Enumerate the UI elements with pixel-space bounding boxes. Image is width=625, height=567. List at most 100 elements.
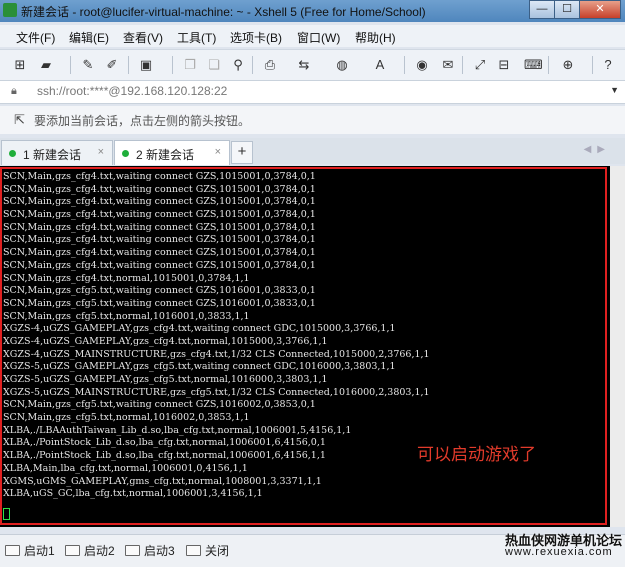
menu-window[interactable]: 窗口(W) <box>297 29 340 46</box>
terminal-line: XLBA,./PointStock_Lib_d.so,lba_cfg.txt,n… <box>3 450 326 462</box>
print-icon[interactable]: ⎙ <box>262 57 278 73</box>
terminal-cursor <box>3 508 10 520</box>
terminal-line: SCN,Main,gzs_cfg5.txt,normal,1016002,0,3… <box>3 412 250 424</box>
terminal-line: SCN,Main,gzs_cfg4.txt,waiting connect GZ… <box>3 196 316 208</box>
globe-icon[interactable]: ◍ <box>334 57 350 73</box>
compose-icon[interactable]: ✉ <box>440 57 456 73</box>
keyboard-icon[interactable]: ⌨ <box>524 57 543 73</box>
session-hint-bar: ⇱ 要添加当前会话，点击左侧的箭头按钮。 <box>0 106 625 134</box>
minimize-button[interactable]: — <box>529 0 555 19</box>
quick-button-close[interactable]: 关闭 <box>186 542 229 559</box>
toolbar-separator <box>70 56 71 74</box>
lock-icon: 🔒︎ <box>11 85 17 97</box>
terminal-line: SCN,Main,gzs_cfg4.txt,waiting connect GZ… <box>3 259 316 271</box>
session-hint-text: 要添加当前会话，点击左侧的箭头按钮。 <box>34 114 251 128</box>
menu-tab[interactable]: 选项卡(B) <box>230 29 282 46</box>
new-tab-button[interactable]: + <box>231 141 253 164</box>
font-icon[interactable]: A <box>372 57 388 73</box>
close-button[interactable]: ✕ <box>579 0 621 19</box>
keyboard-icon <box>5 545 20 556</box>
terminal-output: SCN,Main,gzs_cfg4.txt,waiting connect GZ… <box>3 171 430 501</box>
title-bar: 新建会话 - root@lucifer-virtual-machine: ~ -… <box>0 0 625 22</box>
terminal-line: SCN,Main,gzs_cfg4.txt,waiting connect GZ… <box>3 209 316 221</box>
quick-button-label: 启动1 <box>24 544 55 558</box>
toolbar-separator <box>252 56 253 74</box>
copy-icon[interactable]: ❐ <box>182 57 198 73</box>
terminal-line: SCN,Main,gzs_cfg4.txt,waiting connect GZ… <box>3 171 316 182</box>
watermark-url: www.rexuexia.com <box>505 546 613 558</box>
terminal-line: XGZS-5,uGZS_GAMEPLAY,gzs_cfg5.txt,normal… <box>3 374 328 385</box>
quick-button-label: 关闭 <box>205 544 230 558</box>
quick-button-start3[interactable]: 启动3 <box>125 542 175 559</box>
xshell-app-icon[interactable] <box>3 3 17 17</box>
window-title: 新建会话 - root@lucifer-virtual-machine: ~ -… <box>21 5 426 19</box>
script-icon[interactable]: ◉ <box>414 57 430 73</box>
terminal-line: SCN,Main,gzs_cfg4.txt,waiting connect GZ… <box>3 183 316 195</box>
toolbar-separator <box>462 56 463 74</box>
tab-session-2[interactable]: 2 新建会话 × <box>114 140 230 165</box>
terminal-line: SCN,Main,gzs_cfg4.txt,waiting connect GZ… <box>3 234 316 246</box>
terminal-line: SCN,Main,gzs_cfg5.txt,normal,1016001,0,3… <box>3 310 250 322</box>
tab-label: 1 新建会话 <box>23 148 82 162</box>
terminal-line: XGZS-4,uGZS_MAINSTRUCTURE,gzs_cfg4.txt,1… <box>3 348 430 360</box>
keyboard-icon <box>65 545 80 556</box>
open-folder-icon[interactable]: ▰ <box>38 57 54 73</box>
terminal-scrollbar[interactable] <box>610 166 625 527</box>
fullscreen-icon[interactable]: ⤢ <box>472 57 488 73</box>
menu-help[interactable]: 帮助(H) <box>355 29 396 46</box>
toolbar-separator <box>172 56 173 74</box>
toolbar-separator <box>404 56 405 74</box>
window-controls: — ☐ ✕ <box>529 0 621 19</box>
reconnect-icon[interactable]: ✐ <box>104 57 120 73</box>
toolbar-separator <box>128 56 129 74</box>
address-input[interactable]: ssh://root:****@192.168.120.128:22 <box>37 84 227 98</box>
menu-view[interactable]: 查看(V) <box>123 29 163 46</box>
find-icon[interactable]: ⚲ <box>230 57 246 73</box>
menu-file[interactable]: 文件(F) <box>16 29 55 46</box>
terminal-line: SCN,Main,gzs_cfg5.txt,waiting connect GZ… <box>3 285 316 297</box>
terminal-line: SCN,Main,gzs_cfg5.txt,waiting connect GZ… <box>3 399 316 411</box>
terminal-line: SCN,Main,gzs_cfg4.txt,waiting connect GZ… <box>3 221 316 233</box>
tab-close-icon[interactable]: × <box>98 146 104 158</box>
tab-session-1[interactable]: 1 新建会话 × <box>1 140 113 165</box>
status-dot-icon <box>9 150 16 157</box>
terminal-line: XLBA,./PointStock_Lib_d.so,lba_cfg.txt,n… <box>3 437 326 449</box>
status-dot-icon <box>122 150 129 157</box>
toolbar-separator <box>548 56 549 74</box>
terminal-line: XLBA,uGS_GC,lba_cfg.txt,normal,1006001,3… <box>3 488 263 500</box>
maximize-button[interactable]: ☐ <box>554 0 580 19</box>
menu-tools[interactable]: 工具(T) <box>177 29 216 46</box>
transfer-icon[interactable]: ⇆ <box>296 57 312 73</box>
terminal-line: XGMS,uGMS_GAMEPLAY,gms_cfg.txt,normal,10… <box>3 475 322 487</box>
paste-icon[interactable]: ❏ <box>206 57 222 73</box>
terminal-line: XGZS-4,uGZS_GAMEPLAY,gzs_cfg4.txt,waitin… <box>3 323 396 335</box>
terminal-line: XGZS-5,uGZS_GAMEPLAY,gzs_cfg5.txt,waitin… <box>3 361 396 373</box>
tab-scroll-arrows[interactable]: ◀▶ <box>584 144 611 155</box>
new-session-icon[interactable]: ⊞ <box>12 57 28 73</box>
quick-button-start2[interactable]: 启动2 <box>65 542 115 559</box>
disconnect-icon[interactable]: ✎ <box>80 57 96 73</box>
help-icon[interactable]: ? <box>600 57 616 73</box>
chevron-down-icon[interactable]: ▼ <box>610 85 619 95</box>
terminal-line: SCN,Main,gzs_cfg4.txt,normal,1015001,0,3… <box>3 272 250 284</box>
quick-button-label: 启动3 <box>144 544 175 558</box>
terminal-line: XLBA,./LBAAuthTaiwan_Lib_d.so,lba_cfg.tx… <box>3 424 352 436</box>
keyboard-icon <box>186 545 201 556</box>
toolbar: ⊞ ▰ ✎ ✐ ▣ ❐ ❏ ⚲ ⎙ ⇆ ◍ A ◉ ✉ ⤢ ⊟ ⌨ ⊕ ? <box>0 49 625 80</box>
quick-button-start1[interactable]: 启动1 <box>5 542 55 559</box>
arrow-pointer-icon[interactable]: ⇱ <box>14 112 25 128</box>
menu-edit[interactable]: 编辑(E) <box>69 29 109 46</box>
terminal-line: SCN,Main,gzs_cfg4.txt,waiting connect GZ… <box>3 247 316 259</box>
quick-button-label: 启动2 <box>84 544 115 558</box>
lock-icon[interactable]: ⊟ <box>496 57 512 73</box>
terminal-line: XGZS-5,uGZS_MAINSTRUCTURE,gzs_cfg5.txt,1… <box>3 386 430 398</box>
tab-close-icon[interactable]: × <box>215 146 221 158</box>
keyboard-icon <box>125 545 140 556</box>
terminal-line: SCN,Main,gzs_cfg5.txt,waiting connect GZ… <box>3 297 316 309</box>
annotation-text: 可以启动游戏了 <box>417 445 536 464</box>
address-bar[interactable]: 🔒︎ ssh://root:****@192.168.120.128:22 ▼ <box>0 80 625 104</box>
tab-label: 2 新建会话 <box>136 148 195 162</box>
toolbar-separator <box>592 56 593 74</box>
properties-icon[interactable]: ▣ <box>138 57 154 73</box>
add-icon[interactable]: ⊕ <box>560 57 576 73</box>
